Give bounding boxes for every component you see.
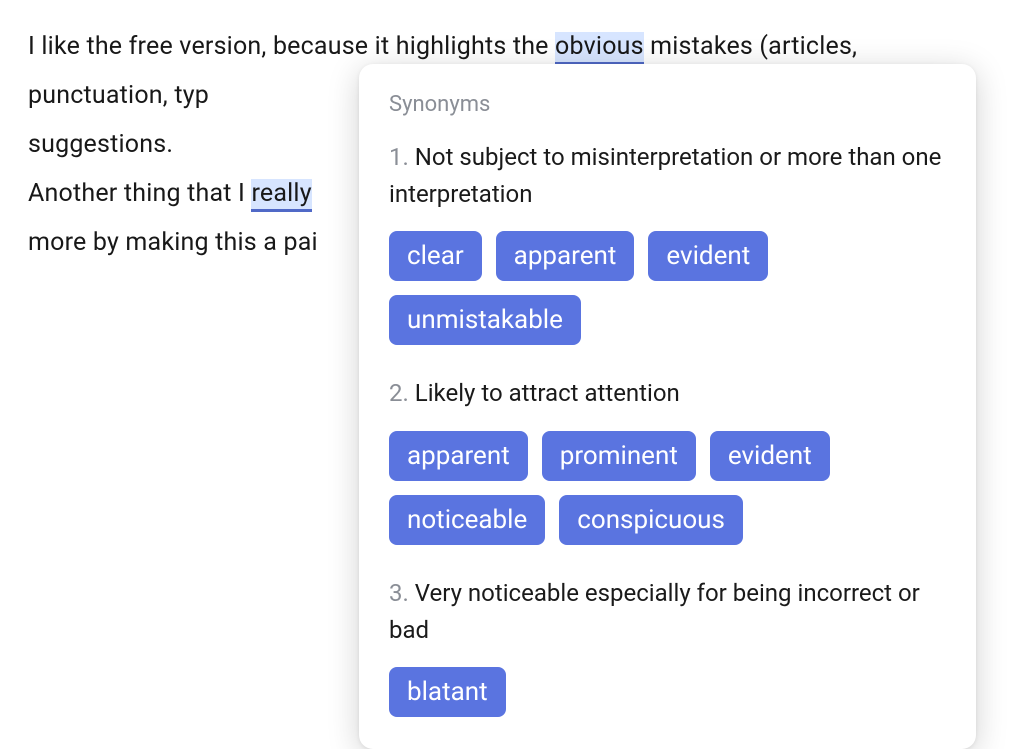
synonym-chip[interactable]: blatant [389, 667, 506, 717]
popover-title: Synonyms [389, 92, 946, 117]
sense-def-text: Not subject to misinterpretation or more… [389, 143, 941, 208]
synonym-sense: 3. Very noticeable especially for being … [389, 575, 946, 717]
highlighted-word-obvious[interactable]: obvious [555, 32, 644, 65]
text-segment: Another thing that I [28, 179, 251, 208]
synonym-sense: 1. Not subject to misinterpretation or m… [389, 139, 946, 345]
synonym-chip[interactable]: apparent [389, 431, 528, 481]
sense-number: 1. [389, 143, 409, 171]
sense-def-text: Likely to attract attention [415, 379, 680, 407]
highlighted-word-really[interactable]: really [251, 179, 311, 212]
synonym-chip[interactable]: clear [389, 231, 482, 281]
text-segment: more by making this a pai [28, 228, 318, 257]
synonym-chips: blatant [389, 667, 946, 717]
synonym-chips: clear apparent evident unmistakable [389, 231, 946, 345]
synonyms-popover: Synonyms 1. Not subject to misinterpreta… [359, 64, 976, 749]
synonym-chip[interactable]: evident [710, 431, 830, 481]
synonym-chip[interactable]: unmistakable [389, 295, 581, 345]
synonym-chip[interactable]: evident [648, 231, 768, 281]
synonym-chip[interactable]: apparent [496, 231, 635, 281]
synonym-chips: apparent prominent evident noticeable co… [389, 431, 946, 545]
sense-number: 3. [389, 579, 409, 607]
synonym-sense: 2. Likely to attract attention apparent … [389, 375, 946, 544]
sense-definition: 3. Very noticeable especially for being … [389, 575, 946, 649]
synonym-chip[interactable]: conspicuous [559, 495, 743, 545]
text-segment: suggestions. [28, 130, 173, 159]
sense-number: 2. [389, 379, 409, 407]
sense-definition: 1. Not subject to misinterpretation or m… [389, 139, 946, 213]
synonym-chip[interactable]: prominent [542, 431, 696, 481]
sense-def-text: Very noticeable especially for being inc… [389, 579, 920, 644]
sense-definition: 2. Likely to attract attention [389, 375, 946, 412]
synonym-chip[interactable]: noticeable [389, 495, 545, 545]
text-segment: I like the free version, because it high… [28, 32, 555, 61]
